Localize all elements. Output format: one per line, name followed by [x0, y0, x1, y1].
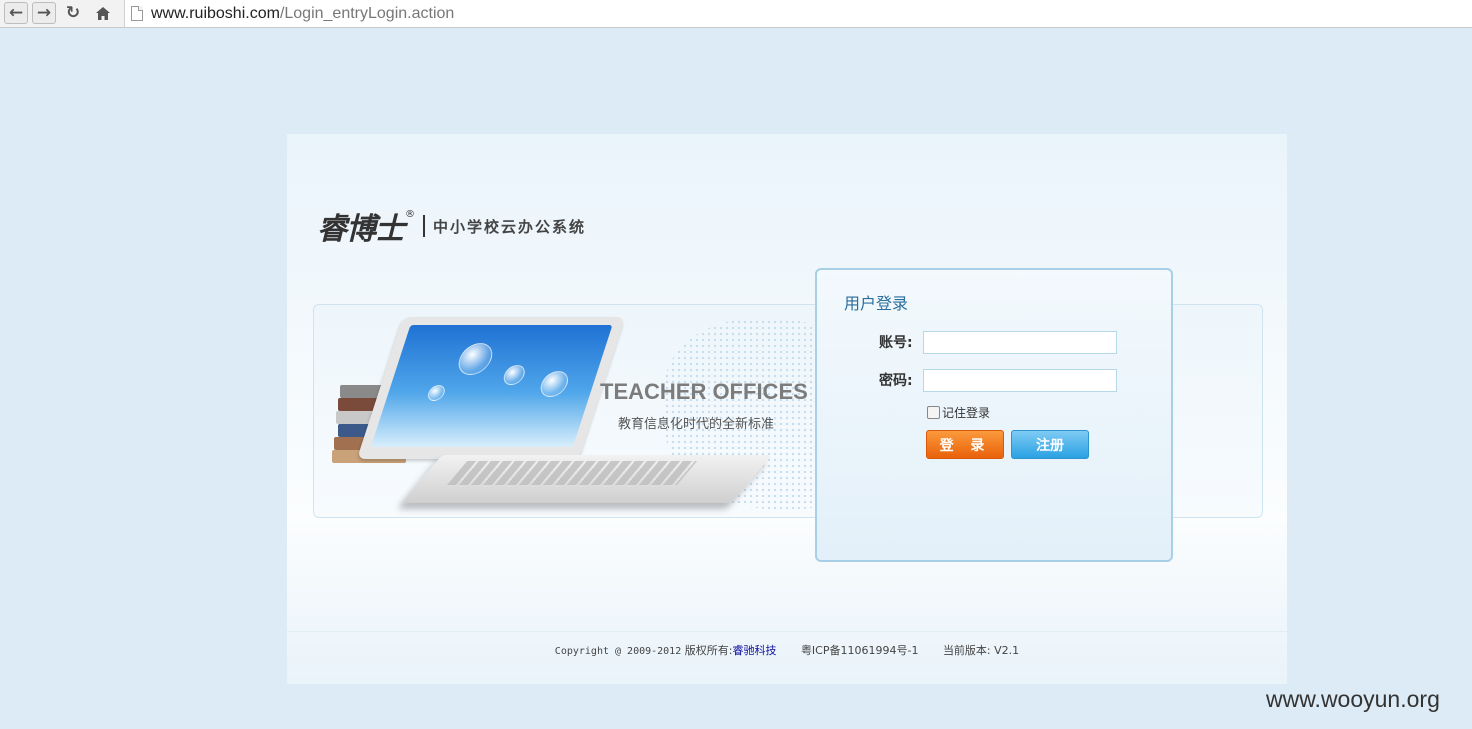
owner-label: 版权所有: — [684, 644, 733, 657]
laptop-keyboard — [401, 455, 773, 503]
login-form: 用户登录 账号: 密码: 记住登录 登 录 注册 — [815, 268, 1173, 562]
owner-link[interactable]: 睿驰科技 — [732, 644, 776, 657]
forward-button[interactable]: → — [32, 2, 56, 24]
password-input[interactable] — [923, 369, 1117, 392]
icp-text: 粤ICP备11061994号-1 — [800, 644, 919, 657]
account-input[interactable] — [923, 331, 1117, 354]
laptop-screen — [356, 317, 626, 459]
reload-button[interactable]: ↻ — [61, 2, 85, 24]
account-label: 账号: — [879, 335, 913, 351]
login-title: 用户登录 — [844, 294, 909, 313]
page-icon — [131, 6, 143, 21]
remember-checkbox[interactable] — [927, 406, 940, 419]
system-name: 中小学校云办公系统 — [433, 217, 587, 236]
copyright-text: Copyright @ 2009-2012 — [554, 646, 682, 657]
version-label: 当前版本: — [942, 644, 991, 657]
register-button[interactable]: 注册 — [1011, 430, 1089, 459]
footer: Copyright @ 2009-2012 版权所有:睿驰科技 粤ICP备110… — [287, 642, 1287, 658]
login-page-panel: 睿博士 ® 中小学校云办公系统 TEACHER OFFICES 教育信息化时代的… — [287, 134, 1287, 684]
browser-toolbar: ← → ↻ www.ruiboshi.com/Login_entryLogin.… — [0, 0, 1472, 28]
version-value: V2.1 — [994, 644, 1020, 657]
reload-icon: ↻ — [65, 3, 81, 23]
address-bar[interactable]: www.ruiboshi.com/Login_entryLogin.action — [124, 0, 1472, 27]
login-button[interactable]: 登 录 — [926, 430, 1004, 459]
home-button[interactable] — [91, 2, 115, 24]
remember-label: 记住登录 — [942, 406, 991, 420]
sky-wallpaper — [370, 325, 613, 447]
url-text: www.ruiboshi.com/Login_entryLogin.action — [151, 4, 455, 22]
logo-divider — [423, 215, 425, 237]
password-label: 密码: — [879, 373, 913, 389]
banner-subtitle: 教育信息化时代的全新标准 — [618, 417, 775, 432]
arrow-left-icon: ← — [8, 3, 24, 23]
arrow-right-icon: → — [36, 3, 52, 23]
registered-mark: ® — [405, 208, 415, 220]
banner-title: TEACHER OFFICES — [600, 379, 808, 404]
brand-logo: 睿博士 ® 中小学校云办公系统 — [317, 204, 586, 248]
footer-divider — [287, 631, 1287, 632]
laptop-illustration — [334, 305, 773, 517]
watermark: www.wooyun.org — [1266, 686, 1440, 712]
home-icon — [96, 6, 110, 20]
logo-mark: 睿博士 — [317, 212, 405, 247]
remember-login[interactable]: 记住登录 — [927, 404, 990, 421]
back-button[interactable]: ← — [4, 2, 28, 24]
